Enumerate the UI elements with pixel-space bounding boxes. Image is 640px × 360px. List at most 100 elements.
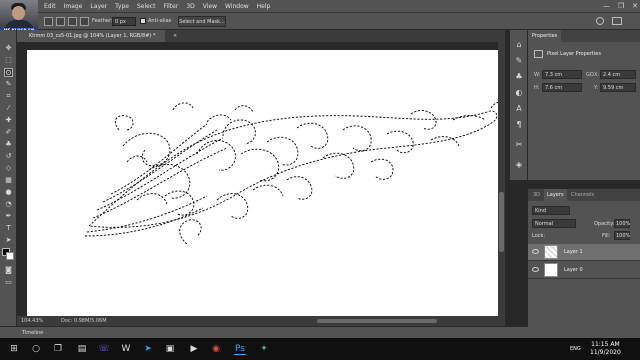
- close-button[interactable]: ✕: [632, 0, 638, 12]
- y-field[interactable]: 9.59 cm: [600, 83, 636, 92]
- layers-panel: 3D Layers Channels Kind Normal Opacity: …: [528, 188, 640, 338]
- tab-3d[interactable]: 3D: [530, 189, 543, 201]
- menu-filter[interactable]: Filter: [159, 3, 182, 10]
- eyedropper-tool-icon[interactable]: ⁄: [4, 104, 13, 113]
- menu-window[interactable]: Window: [221, 3, 253, 10]
- horizontal-scroll-thumb[interactable]: [317, 319, 437, 323]
- document-close-icon[interactable]: ×: [173, 33, 177, 39]
- layer-thumbnail: [544, 245, 558, 259]
- search-icon[interactable]: [596, 17, 604, 25]
- add-selection-icon[interactable]: [56, 17, 65, 26]
- layer-row-layer-1[interactable]: Layer 1: [528, 244, 640, 261]
- viber-icon[interactable]: ☏: [98, 343, 110, 355]
- gradient-tool-icon[interactable]: ▦: [4, 176, 13, 185]
- path-selection-tool-icon[interactable]: ➤: [4, 236, 13, 245]
- select-and-mask-button[interactable]: Select and Mask...: [178, 16, 226, 27]
- healing-brush-tool-icon[interactable]: ✚: [4, 116, 13, 125]
- file-explorer-icon[interactable]: ▤: [76, 343, 88, 355]
- clock-date: 11/9/2020: [590, 349, 621, 356]
- tool-presets-icon[interactable]: ✂: [514, 140, 524, 150]
- intersect-selection-icon[interactable]: [80, 17, 89, 26]
- eraser-tool-icon[interactable]: ◇: [4, 164, 13, 173]
- layer-row-layer-0[interactable]: Layer 0: [528, 262, 640, 279]
- document-tab[interactable]: Khmm 03_cs5-01.jpg @ 104% (Layer 1, RGB/…: [17, 30, 165, 42]
- menu-edit[interactable]: Edit: [40, 3, 60, 10]
- visibility-eye-icon[interactable]: [532, 267, 539, 272]
- person-head: [12, 6, 25, 20]
- move-tool-icon[interactable]: ✥: [4, 44, 13, 53]
- clone-source-icon[interactable]: ♣: [514, 72, 524, 82]
- vertical-scrollbar[interactable]: [498, 42, 505, 318]
- photoshop-taskbar-icon[interactable]: Ps: [234, 343, 246, 355]
- lasso-tool-icon[interactable]: ʘ: [4, 68, 13, 77]
- menu-image[interactable]: Image: [60, 3, 87, 10]
- word-icon[interactable]: W: [120, 343, 132, 355]
- height-field[interactable]: 7.6 cm: [542, 83, 582, 92]
- system-clock[interactable]: 11:15 AM 11/9/2020: [590, 341, 621, 357]
- tools-panel: ✥ ⬚ ʘ ✎ ⌗ ⁄ ✚ ✐ ♣ ↺ ◇ ▦ ● ◔ ✒ T ➤ ◙ ▭: [0, 30, 17, 330]
- quick-mask-icon[interactable]: ◙: [4, 266, 13, 275]
- vertical-scroll-thumb[interactable]: [499, 192, 504, 252]
- character-panel-icon[interactable]: A: [514, 104, 524, 114]
- document-canvas[interactable]: [27, 50, 502, 316]
- menu-select[interactable]: Select: [133, 3, 160, 10]
- task-view-icon[interactable]: ❐: [52, 343, 64, 355]
- screen-mode-icon[interactable]: ▭: [4, 278, 13, 287]
- tab-properties[interactable]: Properties: [528, 30, 562, 42]
- layers-tab-bar: 3D Layers Channels: [528, 189, 640, 201]
- media-icon[interactable]: ▶: [188, 343, 200, 355]
- chrome-icon[interactable]: ◉: [210, 343, 222, 355]
- zoom-level[interactable]: 104.43%: [21, 318, 43, 324]
- menu-view[interactable]: View: [199, 3, 221, 10]
- brush-panel-icon[interactable]: ✎: [514, 56, 524, 66]
- tab-layers[interactable]: Layers: [544, 189, 567, 201]
- search-taskbar-icon[interactable]: ○: [30, 343, 42, 355]
- brush-tool-icon[interactable]: ✐: [4, 128, 13, 137]
- tab-channels[interactable]: Channels: [568, 189, 597, 201]
- pixel-layer-icon: [534, 50, 543, 58]
- telegram-icon[interactable]: ➤: [142, 343, 154, 355]
- background-color-swatch[interactable]: [6, 252, 14, 260]
- windows-start-icon[interactable]: ⊞: [8, 343, 20, 355]
- menu-3d[interactable]: 3D: [182, 3, 198, 10]
- app-taskbar-icon[interactable]: ✦: [258, 343, 270, 355]
- restore-button[interactable]: ❐: [618, 0, 624, 12]
- workspace-icon[interactable]: [612, 17, 622, 25]
- antialias-checkbox[interactable]: [140, 18, 146, 24]
- x-field[interactable]: 2.4 cm: [600, 70, 636, 79]
- adjustments-icon[interactable]: ◐: [514, 88, 524, 98]
- visibility-eye-icon[interactable]: [532, 249, 539, 254]
- paragraph-panel-icon[interactable]: ¶: [514, 120, 524, 130]
- dodge-tool-icon[interactable]: ◔: [4, 200, 13, 209]
- kind-filter-select[interactable]: Kind: [532, 206, 570, 215]
- blur-tool-icon[interactable]: ●: [4, 188, 13, 197]
- fill-input[interactable]: 100%: [614, 231, 630, 240]
- antialias-label: Anti-alias: [148, 18, 172, 24]
- swatches-icon[interactable]: ◈: [514, 160, 524, 170]
- type-tool-icon[interactable]: T: [4, 224, 13, 233]
- timeline-tab[interactable]: Timeline: [22, 330, 43, 336]
- new-selection-icon[interactable]: [44, 17, 53, 26]
- menu-layer[interactable]: Layer: [86, 3, 111, 10]
- history-brush-tool-icon[interactable]: ↺: [4, 152, 13, 161]
- menu-help[interactable]: Help: [253, 3, 275, 10]
- quick-selection-tool-icon[interactable]: ✎: [4, 80, 13, 89]
- blend-mode-select[interactable]: Normal: [532, 219, 576, 228]
- marquee-tool-icon[interactable]: ⬚: [4, 56, 13, 65]
- width-field[interactable]: 7.3 cm: [542, 70, 582, 79]
- selection-outline: [84, 101, 502, 245]
- photos-icon[interactable]: ▣: [164, 343, 176, 355]
- history-panel-icon[interactable]: ⌂: [514, 40, 524, 50]
- status-bar: 104.43% Doc: 0.98M/5.06M: [17, 316, 505, 326]
- language-indicator[interactable]: ENG: [570, 346, 581, 352]
- opacity-input[interactable]: 100%: [614, 219, 630, 228]
- menu-type[interactable]: Type: [111, 3, 133, 10]
- clone-stamp-tool-icon[interactable]: ♣: [4, 140, 13, 149]
- minimize-button[interactable]: —: [603, 0, 610, 12]
- clock-time: 11:15 AM: [591, 341, 620, 348]
- crop-tool-icon[interactable]: ⌗: [4, 92, 13, 101]
- feather-input[interactable]: 0 px: [112, 17, 136, 26]
- subtract-selection-icon[interactable]: [68, 17, 77, 26]
- x-label: X:: [594, 72, 600, 78]
- pen-tool-icon[interactable]: ✒: [4, 212, 13, 221]
